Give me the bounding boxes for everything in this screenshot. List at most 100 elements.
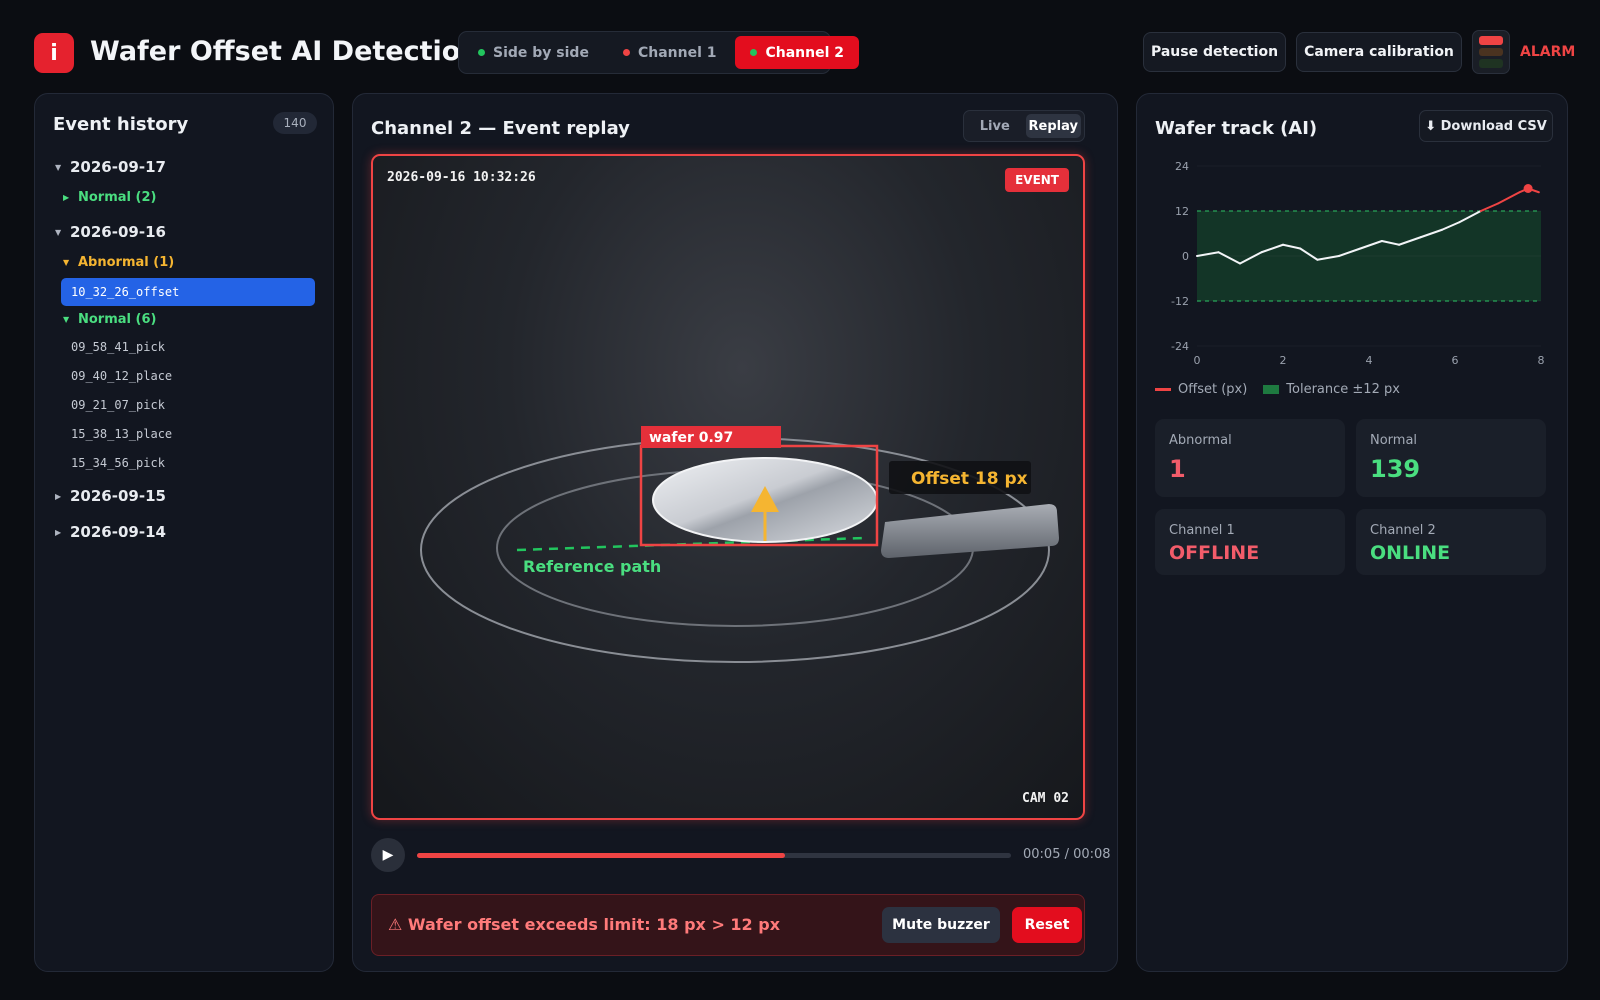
tab-channel-2[interactable]: Channel 2 — [735, 36, 860, 69]
legend-tolerance: Tolerance ±12 px — [1263, 382, 1400, 397]
chevron-right-icon: ▶ — [63, 193, 70, 202]
tab-side-by-side[interactable]: Side by side — [463, 36, 604, 69]
stat-card-channel-2: Channel 2 ONLINE — [1356, 509, 1546, 575]
live-mode-button[interactable]: Live — [967, 114, 1023, 138]
stat-card-abnormal: Abnormal 1 — [1155, 419, 1345, 497]
tree-group-normal[interactable]: ▼ Normal (6) — [63, 312, 156, 327]
group-label: Normal (6) — [78, 312, 157, 327]
y-tick-label: 24 — [1175, 160, 1189, 173]
event-item-selected[interactable]: 10_32_26_offset — [61, 278, 315, 306]
alarm-indicator: ALARM — [1520, 44, 1576, 60]
tab-label: Channel 1 — [637, 44, 717, 61]
tree-date-2026-09-15[interactable]: ▶ 2026-09-15 — [55, 487, 166, 505]
stat-value: ONLINE — [1370, 542, 1451, 564]
app-logo-icon: i — [34, 33, 74, 73]
date-label: 2026-09-14 — [70, 523, 166, 541]
tree-group-normal[interactable]: ▶ Normal (2) — [63, 190, 156, 205]
tree-date-2026-09-14[interactable]: ▶ 2026-09-14 — [55, 523, 166, 541]
chevron-down-icon: ▼ — [63, 258, 70, 267]
camera-id: CAM 02 — [1022, 791, 1069, 806]
playback-scrubber[interactable] — [417, 853, 1011, 858]
group-label: Abnormal (1) — [78, 255, 175, 270]
warning-icon: ⚠ — [388, 915, 403, 934]
offset-line-segment — [1479, 202, 1499, 212]
x-tick-label: 0 — [1194, 354, 1201, 367]
playback-time: 00:05 / 00:08 — [1023, 847, 1111, 862]
chevron-down-icon: ▼ — [55, 227, 62, 237]
stat-value: 1 — [1169, 455, 1186, 483]
date-label: 2026-09-17 — [70, 158, 166, 176]
wafer-track-panel: Wafer track (AI) ⬇ Download CSV 24 12 0 -12… — [1136, 93, 1568, 972]
detection-label: wafer 0.97 — [649, 430, 733, 446]
offset-chart: 24120-12-240 2 4 6 8 — [1171, 160, 1545, 367]
status-dot-icon — [622, 49, 630, 56]
event-item[interactable]: 09_21_07_pick — [71, 398, 165, 412]
stat-label: Abnormal — [1169, 433, 1232, 448]
replay-mode-button[interactable]: Replay — [1025, 114, 1081, 138]
y-tick-label: 0 — [1182, 250, 1189, 263]
stat-card-channel-1: Channel 1 OFFLINE — [1155, 509, 1345, 575]
event-count-badge: 140 — [273, 112, 317, 134]
x-tick-label: 6 — [1452, 354, 1459, 367]
stat-label: Channel 2 — [1370, 523, 1436, 538]
live-replay-toggle: Live Replay — [963, 110, 1085, 142]
chevron-down-icon: ▼ — [55, 162, 62, 172]
x-tick-label: 4 — [1366, 354, 1373, 367]
replay-title: Channel 2 — Event replay — [371, 118, 630, 139]
peak-point — [1523, 184, 1533, 193]
group-label: Normal (2) — [78, 190, 157, 205]
play-icon: ▶ — [382, 847, 394, 863]
chart-legend: Offset (px) Tolerance ±12 px — [1155, 382, 1400, 397]
offset-label: Offset 18 px — [911, 469, 1028, 489]
scene-overlay: wafer 0.97 Offset 18 px Reference path — [420, 426, 1059, 663]
x-tick-label: 2 — [1280, 354, 1287, 367]
chevron-down-icon: ▼ — [63, 315, 70, 324]
tree-group-abnormal[interactable]: ▼ Abnormal (1) — [63, 255, 174, 270]
alert-text: Wafer offset exceeds limit: 18 px > 12 p… — [407, 915, 781, 934]
pause-detection-button[interactable]: Pause detection — [1143, 32, 1286, 72]
chevron-right-icon: ▶ — [55, 527, 62, 537]
alarm-lamp-icon — [1472, 30, 1510, 74]
date-label: 2026-09-16 — [70, 223, 166, 241]
event-item[interactable]: 09_40_12_place — [71, 369, 172, 383]
robot-arm — [881, 504, 1059, 558]
playback-progress — [417, 853, 786, 858]
event-badge: EVENT — [1005, 168, 1069, 192]
stat-label: Channel 1 — [1169, 523, 1235, 538]
frame-timestamp: 2026-09-16 10:32:26 — [387, 170, 536, 185]
event-replay-panel: Channel 2 — Event replay Live Replay waf… — [352, 93, 1118, 972]
download-csv-button[interactable]: ⬇ Download CSV — [1419, 110, 1553, 142]
stat-value: 139 — [1370, 455, 1421, 483]
tree-date-2026-09-16[interactable]: ▼ 2026-09-16 — [55, 223, 166, 241]
x-tick-label: 8 — [1538, 354, 1545, 367]
view-mode-switch: Side by side Channel 1 Channel 2 — [458, 31, 860, 74]
status-dot-icon — [478, 49, 485, 56]
chevron-right-icon: ▶ — [55, 491, 62, 501]
tree-date-2026-09-17[interactable]: ▼ 2026-09-17 — [55, 158, 166, 176]
date-label: 2026-09-15 — [70, 487, 166, 505]
play-button[interactable]: ▶ — [371, 838, 405, 872]
camera-frame: wafer 0.97 Offset 18 px Reference path 2… — [371, 154, 1085, 820]
y-tick-label: -12 — [1171, 295, 1189, 308]
tab-channel-1[interactable]: Channel 1 — [608, 36, 732, 69]
event-item[interactable]: 09_58_41_pick — [71, 340, 165, 354]
stat-value: OFFLINE — [1169, 542, 1260, 564]
event-item[interactable]: 15_34_56_pick — [71, 456, 165, 470]
event-history-title: Event history — [53, 114, 189, 135]
reference-path-label: Reference path — [523, 557, 661, 576]
legend-offset: Offset (px) — [1155, 382, 1247, 397]
app-header: i Wafer Offset AI Detection Side by side… — [0, 0, 1600, 92]
offset-alert-banner: ⚠ Wafer offset exceeds limit: 18 px > 12… — [371, 894, 1085, 956]
reset-button[interactable]: Reset — [1012, 907, 1082, 943]
y-tick-label: -24 — [1171, 340, 1189, 353]
tab-label: Channel 2 — [765, 44, 845, 61]
event-item[interactable]: 15_38_13_place — [71, 427, 172, 441]
camera-calibration-button[interactable]: Camera calibration — [1296, 32, 1462, 72]
tab-label: Side by side — [493, 44, 589, 61]
wafer-track-title: Wafer track (AI) — [1155, 118, 1318, 139]
y-tick-label: 12 — [1175, 205, 1189, 218]
stat-label: Normal — [1370, 433, 1418, 448]
mute-buzzer-button[interactable]: Mute buzzer — [882, 907, 1000, 943]
stat-card-normal: Normal 139 — [1356, 419, 1546, 497]
alert-message: ⚠ Wafer offset exceeds limit: 18 px > 12… — [388, 915, 780, 934]
